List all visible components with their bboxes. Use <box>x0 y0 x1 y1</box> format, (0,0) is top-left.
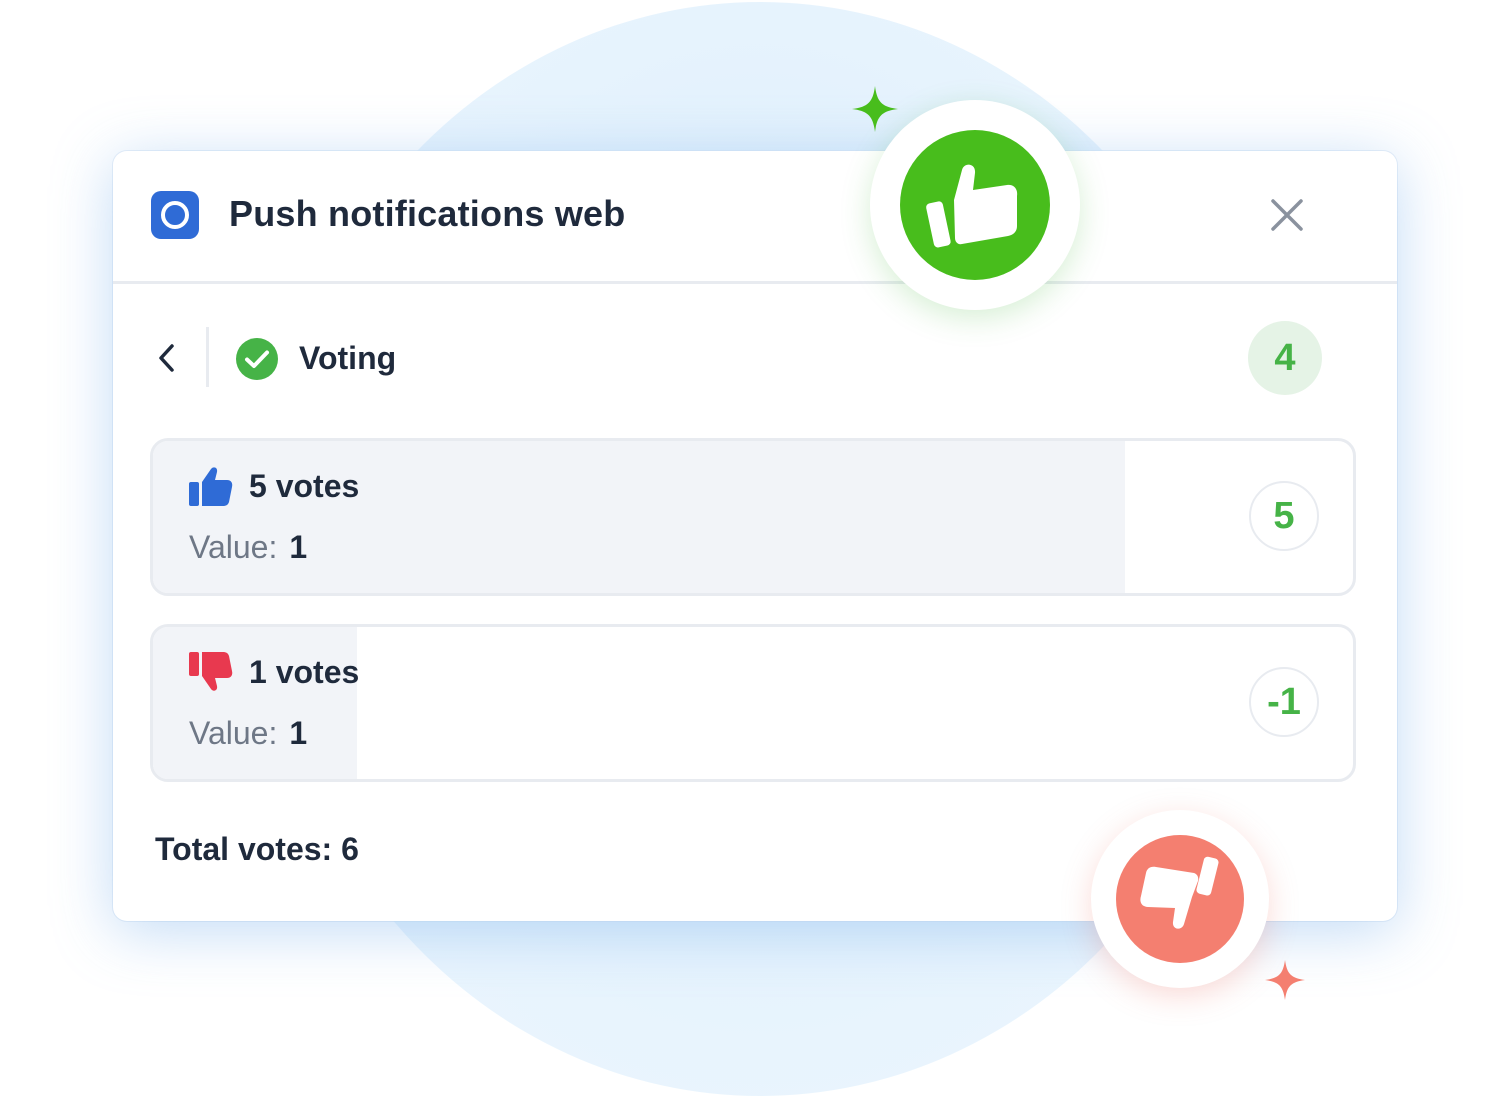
section-title: Voting <box>299 340 397 376</box>
close-icon[interactable] <box>1267 195 1307 235</box>
chevron-left-icon[interactable] <box>153 341 181 375</box>
value-number: 1 <box>289 715 308 751</box>
check-circle-icon <box>236 338 278 380</box>
thumbs-up-icon <box>189 467 233 506</box>
option-score-badge: 5 <box>1249 481 1319 551</box>
app-logo-icon <box>151 191 199 239</box>
total-votes: Total votes: 6 <box>155 831 359 867</box>
card-title: Push notifications web <box>229 193 626 234</box>
vote-share-bar <box>153 441 1125 593</box>
thumbs-down-icon <box>1116 835 1244 963</box>
option-score-badge: -1 <box>1249 667 1319 737</box>
vote-count: 5 votes <box>249 468 360 504</box>
score-badge: 4 <box>1248 321 1322 395</box>
vote-share-bar <box>153 627 357 779</box>
value-number: 1 <box>289 529 308 565</box>
thumbs-up-icon <box>900 130 1050 280</box>
thumbs-down-icon <box>189 652 233 691</box>
like-badge <box>870 100 1080 310</box>
value-line: Value: 1 <box>189 529 307 566</box>
value-label: Value: <box>189 715 278 751</box>
voting-card: Push notifications web Voting 4 5 votes … <box>113 151 1397 921</box>
value-line: Value: 1 <box>189 715 307 752</box>
vote-option-upvote[interactable]: 5 votes Value: 1 5 <box>150 438 1356 596</box>
vote-option-downvote[interactable]: 1 votes Value: 1 -1 <box>150 624 1356 782</box>
vote-count: 1 votes <box>249 654 360 690</box>
sparkle-icon <box>852 86 898 132</box>
dislike-badge <box>1091 810 1269 988</box>
card-header: Push notifications web <box>113 151 1397 284</box>
value-label: Value: <box>189 529 278 565</box>
divider <box>206 327 209 387</box>
sparkle-icon <box>1265 960 1305 1000</box>
